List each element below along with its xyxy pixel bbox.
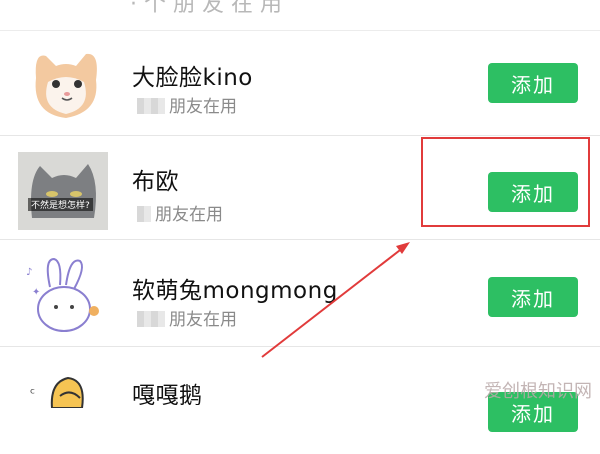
annotation-arrow	[261, 242, 410, 358]
watermark: 爱创根知识网	[484, 381, 592, 402]
